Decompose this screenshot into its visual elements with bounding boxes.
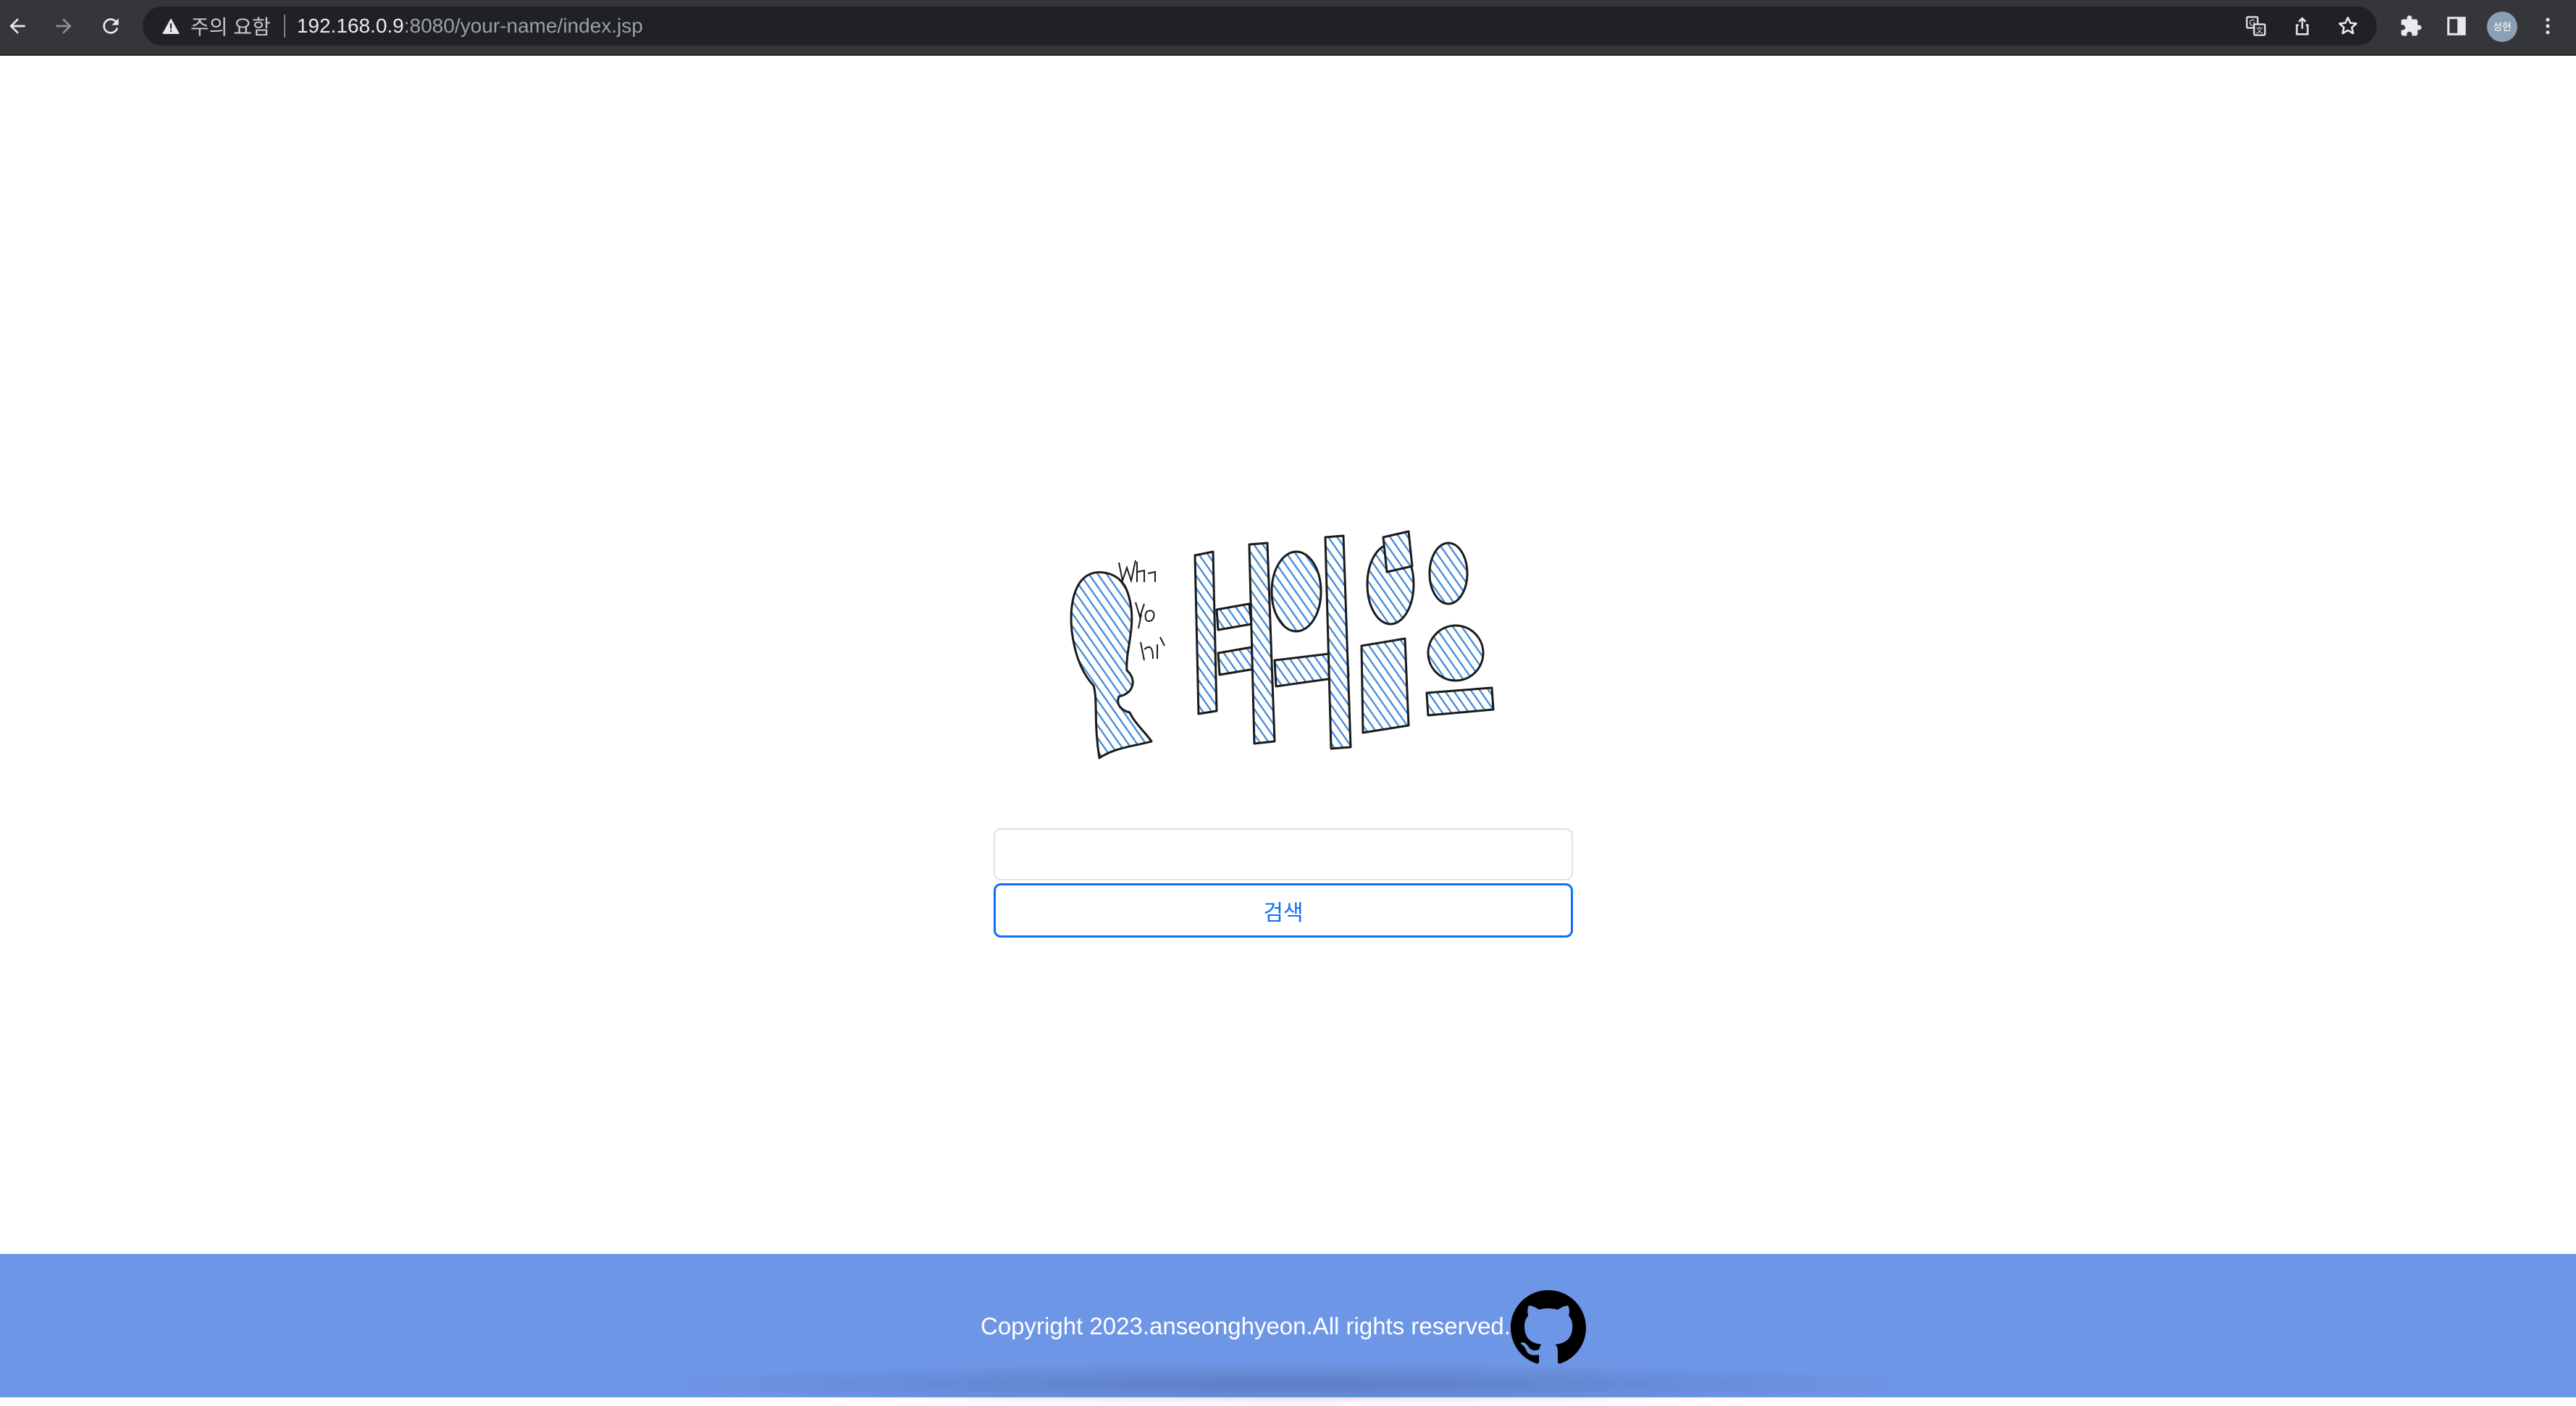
svg-text:文: 文 (2256, 25, 2263, 35)
back-button[interactable] (1, 10, 33, 42)
profile-avatar[interactable]: 성현 (2487, 12, 2517, 42)
github-icon[interactable] (1511, 1290, 1586, 1365)
side-panel-icon[interactable] (2442, 12, 2471, 41)
arrow-right-icon (56, 18, 72, 34)
footer-shadow (637, 1363, 1941, 1406)
share-icon[interactable] (2289, 13, 2315, 39)
puzzle-icon[interactable] (2396, 12, 2425, 41)
browser-toolbar: 주의 요함 192.168.0.9:8080/your-name/index.j… (0, 0, 2576, 56)
warning-icon[interactable] (159, 14, 183, 38)
star-icon[interactable] (2335, 13, 2361, 39)
search-input[interactable] (994, 828, 1573, 880)
more-vertical-icon[interactable] (2533, 12, 2562, 41)
address-divider (283, 14, 285, 38)
site-logo (1065, 515, 1499, 765)
footer: Copyright 2023.anseonghyeon.All rights r… (0, 1254, 2576, 1406)
url-host: 192.168.0.9 (296, 14, 404, 37)
arrow-left-icon (9, 18, 25, 34)
reload-button[interactable] (95, 10, 127, 42)
url-text[interactable]: 192.168.0.9:8080/your-name/index.jsp (297, 14, 643, 38)
search-button[interactable]: 검색 (994, 883, 1573, 938)
reload-icon (103, 18, 119, 34)
forward-button[interactable] (48, 10, 80, 42)
address-bar[interactable]: 주의 요함 192.168.0.9:8080/your-name/index.j… (143, 7, 2377, 46)
copyright-text: Copyright 2023.anseonghyeon.All rights r… (981, 1313, 1511, 1339)
translate-icon[interactable]: G 文 (2243, 13, 2269, 39)
security-label[interactable]: 주의 요함 (190, 12, 271, 41)
url-path: :8080/your-name/index.jsp (403, 14, 643, 37)
